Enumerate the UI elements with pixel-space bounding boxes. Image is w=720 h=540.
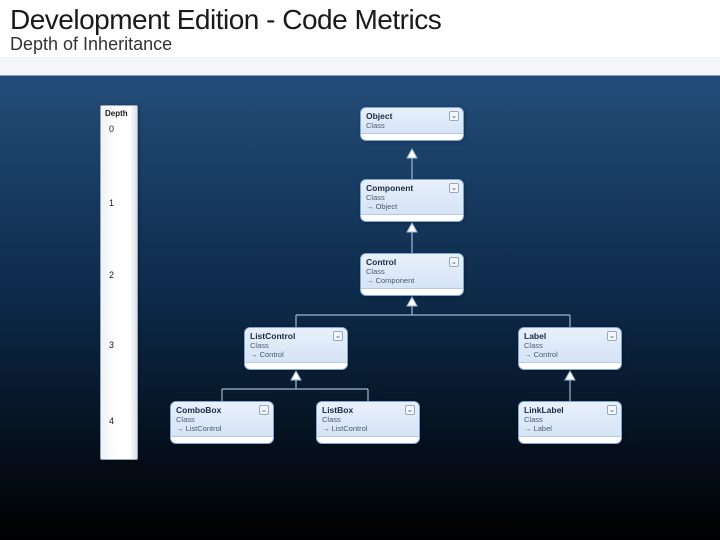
- slide-header: Development Edition - Code Metrics Depth…: [0, 0, 720, 57]
- node-linklabel-name: LinkLabel: [524, 405, 616, 415]
- node-control-name: Control: [366, 257, 458, 267]
- expand-icon[interactable]: ⌄: [607, 331, 617, 341]
- node-listbox-inh: → ListControl: [322, 424, 414, 433]
- slide-subtitle: Depth of Inheritance: [10, 34, 710, 55]
- node-label-kind: Class: [524, 341, 616, 350]
- expand-icon[interactable]: ⌄: [449, 183, 459, 193]
- node-control-inh: → Component: [366, 276, 458, 285]
- node-control: Control Class → Component ⌄: [360, 253, 464, 296]
- ruler-tick-4: 4: [109, 416, 114, 426]
- inheritance-diagram: Depth 0 1 2 3 4 Object Class ⌄: [100, 105, 660, 485]
- depth-ruler: Depth 0 1 2 3 4: [100, 105, 138, 460]
- expand-icon[interactable]: ⌄: [449, 111, 459, 121]
- node-listcontrol-inh: → Control: [250, 350, 342, 359]
- node-combobox-kind: Class: [176, 415, 268, 424]
- node-object-name: Object: [366, 111, 458, 121]
- node-object: Object Class ⌄: [360, 107, 464, 141]
- node-listcontrol-name: ListControl: [250, 331, 342, 341]
- node-label-name: Label: [524, 331, 616, 341]
- expand-icon[interactable]: ⌄: [259, 405, 269, 415]
- expand-icon[interactable]: ⌄: [449, 257, 459, 267]
- node-component-name: Component: [366, 183, 458, 193]
- ruler-tick-0: 0: [109, 124, 114, 134]
- node-component: Component Class → Object ⌄: [360, 179, 464, 222]
- node-linklabel-kind: Class: [524, 415, 616, 424]
- node-control-kind: Class: [366, 267, 458, 276]
- ruler-tick-2: 2: [109, 270, 114, 280]
- node-combobox-inh: → ListControl: [176, 424, 268, 433]
- ruler-title: Depth: [105, 109, 128, 118]
- node-combobox-name: ComboBox: [176, 405, 268, 415]
- node-listbox-kind: Class: [322, 415, 414, 424]
- node-component-kind: Class: [366, 193, 458, 202]
- node-label: Label Class → Control ⌄: [518, 327, 622, 370]
- node-listbox-name: ListBox: [322, 405, 414, 415]
- node-linklabel-inh: → Label: [524, 424, 616, 433]
- node-combobox: ComboBox Class → ListControl ⌄: [170, 401, 274, 444]
- node-label-inh: → Control: [524, 350, 616, 359]
- node-listcontrol: ListControl Class → Control ⌄: [244, 327, 348, 370]
- node-listbox: ListBox Class → ListControl ⌄: [316, 401, 420, 444]
- expand-icon[interactable]: ⌄: [405, 405, 415, 415]
- expand-icon[interactable]: ⌄: [607, 405, 617, 415]
- node-listcontrol-kind: Class: [250, 341, 342, 350]
- node-linklabel: LinkLabel Class → Label ⌄: [518, 401, 622, 444]
- ruler-tick-3: 3: [109, 340, 114, 350]
- ruler-tick-1: 1: [109, 198, 114, 208]
- node-component-inh: → Object: [366, 202, 458, 211]
- node-object-kind: Class: [366, 121, 458, 130]
- slide-title: Development Edition - Code Metrics: [10, 4, 710, 36]
- expand-icon[interactable]: ⌄: [333, 331, 343, 341]
